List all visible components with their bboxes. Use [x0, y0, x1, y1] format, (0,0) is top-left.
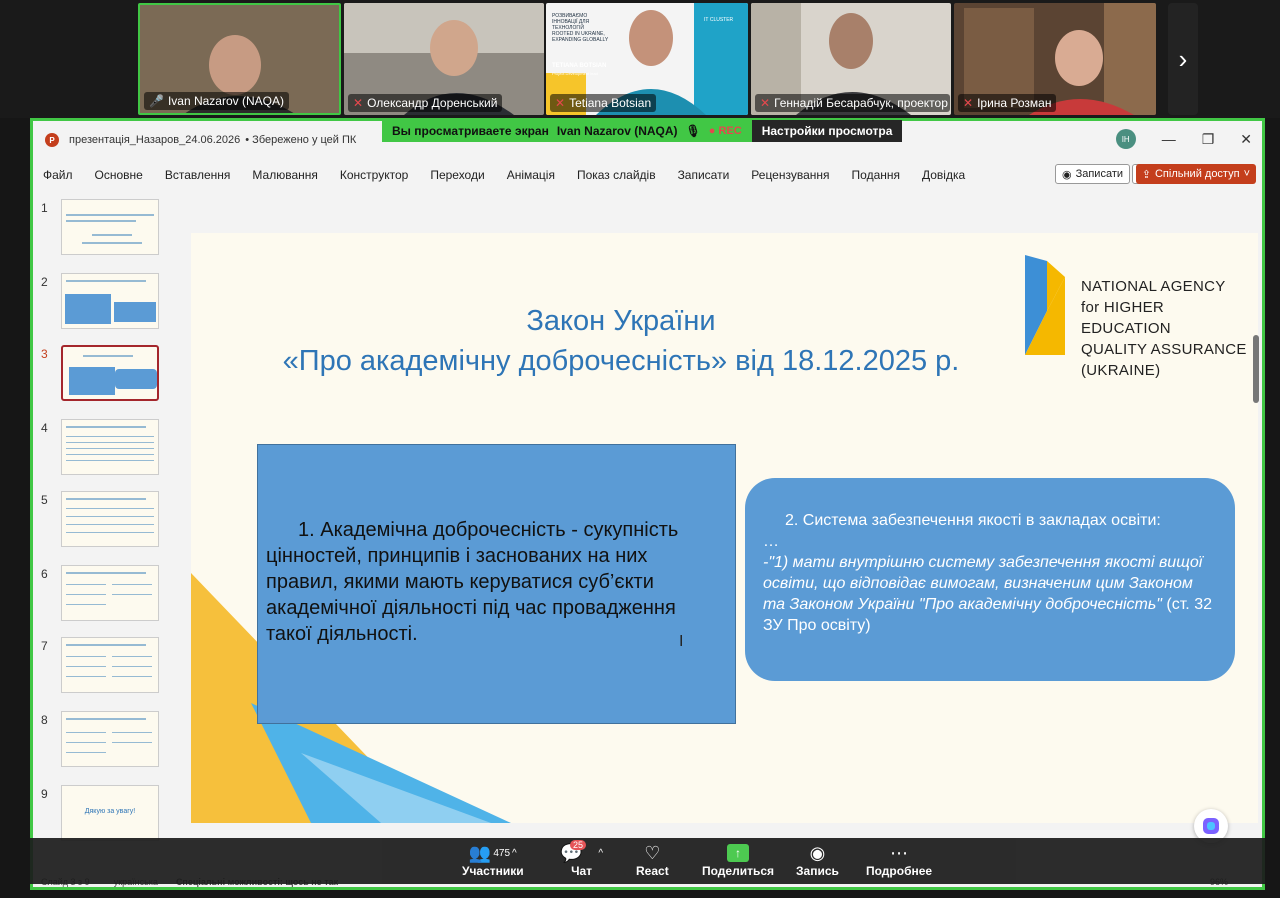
naqa-logo-icon: [1025, 255, 1065, 355]
chevron-down-icon: ˅: [1243, 168, 1250, 180]
participant-tile-iryna[interactable]: ✕ Ірина Розман: [954, 3, 1156, 115]
thumbnail-slide-9[interactable]: 9 Дякую за увагу!: [33, 785, 183, 845]
record-button[interactable]: ◉ Записати: [1054, 164, 1130, 184]
slide-thumbnails: 1 2 3 4 5 6 7 8 9 Дякую за увагу!: [33, 193, 183, 843]
participant-tile-tetiana[interactable]: РОЗВИВАЄМО ІННОВАЦІЇ ДЛЯ ТЕХНОЛОГІЙ ROOTE…: [546, 3, 748, 115]
share-access-button[interactable]: ⇪ Спільний доступ ˅: [1135, 164, 1256, 184]
participants-icon: 👥: [468, 842, 492, 863]
naqa-logo-text: NATIONAL AGENCY for HIGHER EDUCATION QUA…: [1081, 278, 1247, 379]
menu-slideshow[interactable]: Показ слайдів: [577, 168, 656, 182]
participant-name: ✕ Ірина Розман: [958, 94, 1057, 112]
file-name: презентація_Назаров_24.06.2026: [69, 134, 241, 146]
caret-up-icon: ^: [512, 847, 517, 859]
menu-animations[interactable]: Анімація: [507, 168, 555, 182]
quality-system-quote: -"1) мати внутрішню систему забезпечення…: [763, 554, 1212, 634]
caret-up-icon: ^: [598, 847, 604, 859]
chat-button[interactable]: 💬 25 ^ Чат: [560, 840, 604, 878]
definition-box[interactable]: 1. Академічна доброчесність - сукупність…: [257, 444, 736, 724]
slide-title: Закон України «Про академічну доброчесні…: [282, 305, 960, 377]
menu-review[interactable]: Рецензування: [751, 168, 829, 182]
participant-tile-hennadii[interactable]: ✕ Геннадій Бесарабчук, проектор: [751, 3, 951, 115]
record-icon: ◉: [809, 842, 826, 863]
mic-muted-icon: ✕: [555, 96, 566, 110]
mic-on-icon: 🎤: [149, 94, 164, 108]
powerpoint-icon: P: [45, 133, 59, 147]
poster-role: Project Development lead: [552, 71, 598, 76]
menu-help[interactable]: Довідка: [922, 168, 965, 182]
thumbnail-slide-7[interactable]: 7: [33, 637, 183, 697]
meeting-toolbar: 👥 475 ^ Участники 💬 25 ^ Чат ♡ React ↑ Подел…: [30, 838, 1265, 884]
heart-icon: ♡: [644, 842, 661, 863]
menu-transitions[interactable]: Переходи: [430, 168, 484, 182]
view-settings-button[interactable]: Настройки просмотра: [751, 120, 903, 142]
thumbnail-slide-3[interactable]: 3: [33, 345, 183, 405]
close-icon[interactable]: ✕: [1240, 131, 1252, 148]
slide-canvas[interactable]: Закон України «Про академічну доброчесні…: [191, 233, 1258, 823]
participants-button[interactable]: 👥 475 ^ Участники: [462, 842, 524, 879]
participant-name: ✕ Tetiana Botsian: [550, 94, 657, 112]
ppt-menubar: Файл Основне Вставлення Малювання Констр…: [33, 161, 1262, 189]
menu-insert[interactable]: Вставлення: [165, 168, 231, 182]
share-screen-button[interactable]: ↑ Поделиться: [702, 842, 774, 878]
window-controls: IH — ❐ ✕: [1115, 129, 1252, 149]
share-icon: ⇪: [1141, 168, 1151, 181]
viewing-label: Вы просматриваете экран: [392, 124, 549, 138]
share-screen-icon: ↑: [727, 844, 750, 862]
chevron-right-icon: ›: [1178, 43, 1188, 74]
shared-screen: P презентація_Назаров_24.06.2026 • Збере…: [30, 118, 1265, 890]
mic-muted-icon: ✕: [760, 96, 771, 110]
participant-name: ✕ Геннадій Бесарабчук, проектор: [755, 94, 950, 112]
menu-record[interactable]: Записати: [678, 168, 730, 182]
quality-system-heading: 2. Система забезпечення якості в заклада…: [785, 512, 1161, 529]
participant-name: 🎤 Ivan Nazarov (NAQA): [144, 92, 289, 110]
participant-strip: 🎤 Ivan Nazarov (NAQA) ✕ Олександр Доренськ…: [0, 0, 1280, 118]
mic-muted-icon: ✕: [963, 96, 974, 110]
save-status: • Збережено у цей ПК: [245, 134, 357, 146]
quality-system-ellipsis: …: [763, 533, 779, 550]
thumbnail-slide-5[interactable]: 5: [33, 491, 183, 551]
share-banner-status: Вы просматриваете экран Ivan Nazarov (NA…: [382, 120, 752, 142]
zoom-meeting-window: 🎤 Ivan Nazarov (NAQA) ✕ Олександр Доренськ…: [0, 0, 1280, 898]
participant-tile-oleksandr[interactable]: ✕ Олександр Доренський: [344, 3, 544, 115]
thumbnail-slide-1[interactable]: 1: [33, 199, 183, 259]
share-banner: Вы просматриваете экран Ivan Nazarov (NA…: [382, 120, 903, 142]
quality-system-box[interactable]: 2. Система забезпечення якості в заклада…: [745, 478, 1235, 681]
next-participants-button[interactable]: ›: [1168, 3, 1198, 115]
thumbnail-thanks-text: Дякую за увагу!: [84, 808, 136, 815]
poster-name: TETIANA BOTSIAN: [552, 63, 607, 69]
chat-badge: 25: [570, 840, 587, 850]
rec-indicator: ● REC: [708, 125, 742, 137]
thumbnail-slide-8[interactable]: 8: [33, 711, 183, 771]
vertical-scrollbar[interactable]: [1252, 193, 1260, 843]
restore-icon[interactable]: ❐: [1202, 131, 1215, 148]
participants-count: 475: [493, 847, 511, 859]
minimize-icon[interactable]: —: [1162, 131, 1176, 147]
text-cursor-icon: I: [679, 633, 684, 650]
react-button[interactable]: ♡ React: [636, 842, 669, 879]
poster-logo: ІТ CLUSTER: [704, 17, 734, 23]
avatar[interactable]: IH: [1115, 129, 1136, 149]
menu-design[interactable]: Конструктор: [340, 168, 408, 182]
participant-name: ✕ Олександр Доренський: [348, 94, 503, 112]
record-icon: ◉: [1061, 168, 1072, 181]
thumbnail-slide-2[interactable]: 2: [33, 273, 183, 333]
menu-file[interactable]: Файл: [43, 168, 73, 182]
record-meeting-button[interactable]: ◉ Запись: [796, 842, 839, 879]
menu-draw[interactable]: Малювання: [252, 168, 317, 182]
participant-tile-ivan[interactable]: 🎤 Ivan Nazarov (NAQA): [138, 3, 341, 115]
more-icon: ⋯: [890, 842, 909, 863]
thumbnail-slide-4[interactable]: 4: [33, 419, 183, 479]
mic-muted-icon: ✕: [353, 96, 364, 110]
scroll-thumb[interactable]: [1253, 335, 1259, 403]
mic-icon: 🎙: [685, 124, 701, 138]
presenter-name: Ivan Nazarov (NAQA): [556, 124, 678, 138]
more-button[interactable]: ⋯ Подробнее: [866, 842, 932, 879]
menu-home[interactable]: Основне: [95, 168, 143, 182]
poster-text: РОЗВИВАЄМО ІННОВАЦІЇ ДЛЯ ТЕХНОЛОГІЙ ROOTE…: [552, 13, 609, 43]
menu-view[interactable]: Подання: [852, 168, 900, 182]
thumbnail-slide-6[interactable]: 6: [33, 565, 183, 625]
